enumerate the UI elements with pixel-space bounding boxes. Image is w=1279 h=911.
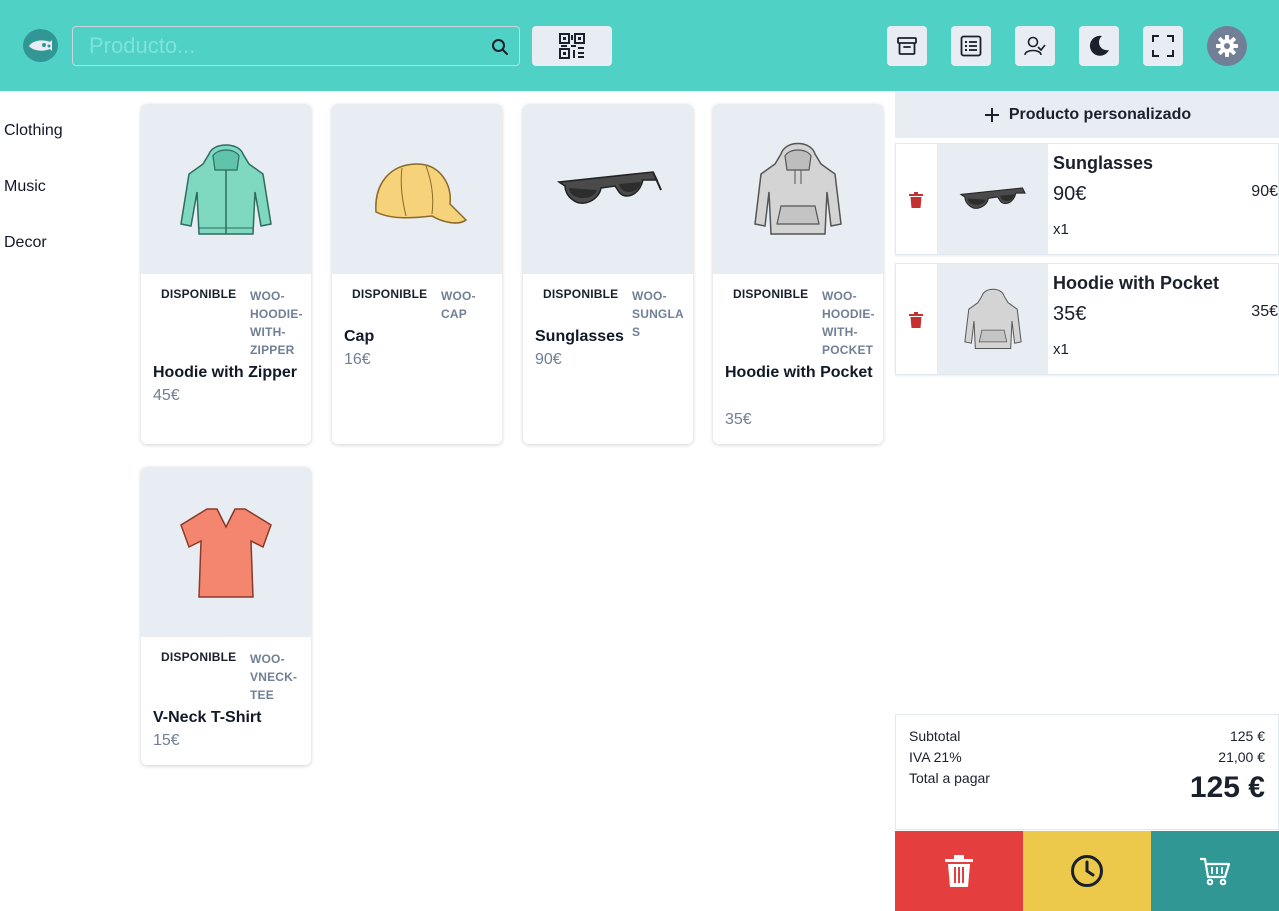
product-image-sunglasses: [523, 104, 693, 274]
cart-item: Sunglasses 90€ x1 90€: [895, 143, 1279, 255]
products-list-button[interactable]: [951, 26, 991, 66]
product-sku: WOO- HOODIE- WITH- ZIPPER: [250, 289, 303, 357]
cart-totals: Subtotal 125 € IVA 21% 21,00 € Total a p…: [895, 714, 1279, 830]
product-sku: WOO- CAP: [441, 289, 476, 321]
product-name: Hoodie with Pocket: [725, 364, 873, 381]
search-input[interactable]: [89, 31, 479, 61]
stock-status: DISPONIBLE: [161, 650, 237, 664]
qr-scan-button[interactable]: [532, 26, 612, 66]
add-custom-product-button[interactable]: Producto personalizado: [895, 91, 1279, 138]
trash-icon[interactable]: [909, 312, 923, 328]
tax-label: IVA 21%: [909, 749, 962, 765]
product-card-cap[interactable]: DISPONIBLE WOO- CAP Cap 16€: [332, 104, 502, 444]
product-sku: WOO- VNECK- TEE: [250, 652, 298, 702]
product-price: 45€: [153, 387, 180, 404]
product-image-cap: [332, 104, 502, 274]
total-label: Total a pagar: [909, 770, 990, 786]
cart-item-price: 90€: [1053, 183, 1087, 205]
trash-icon: [945, 855, 973, 887]
product-search: [72, 26, 520, 66]
clock-icon: [1071, 855, 1103, 887]
product-name: Cap: [344, 328, 375, 345]
product-price: 15€: [153, 732, 180, 749]
product-price: 90€: [535, 351, 562, 368]
gear-icon: [1216, 35, 1238, 57]
search-icon[interactable]: [491, 38, 509, 56]
cart-item-qty[interactable]: x1: [1053, 221, 1069, 238]
product-name: V-Neck T-Shirt: [153, 709, 262, 726]
fullscreen-button[interactable]: [1143, 26, 1183, 66]
product-card-sunglasses[interactable]: DISPONIBLE WOO- SUNGLAS Sunglasses 90€: [523, 104, 693, 444]
moon-icon: [1089, 35, 1109, 56]
stock-status: DISPONIBLE: [543, 287, 619, 301]
plus-icon: [984, 107, 999, 122]
category-decor[interactable]: Decor: [4, 234, 47, 252]
cart-item-image: [937, 264, 1048, 374]
top-bar: [0, 0, 1279, 91]
checkout-button[interactable]: [1151, 831, 1279, 911]
cart-item-total: 35€: [1251, 303, 1278, 320]
product-name: Hoodie with Zipper: [153, 364, 297, 381]
product-price: 16€: [344, 351, 371, 368]
custom-product-label: Producto personalizado: [1008, 105, 1192, 123]
qr-code-icon: [559, 33, 585, 59]
customers-button[interactable]: [1015, 26, 1055, 66]
category-music[interactable]: Music: [4, 178, 46, 196]
tax-value: 21,00 €: [1218, 749, 1265, 765]
dark-mode-toggle[interactable]: [1079, 26, 1119, 66]
product-card-hoodie-with-pocket[interactable]: DISPONIBLE WOO- HOODIE- WITH- POCKET Hoodie…: [713, 104, 883, 444]
stock-status: DISPONIBLE: [161, 287, 237, 301]
product-image-hoodie-pocket: [713, 104, 883, 274]
cart-item-total: 90€: [1251, 183, 1278, 200]
fullscreen-icon: [1152, 35, 1174, 57]
park-order-button[interactable]: [1023, 831, 1151, 911]
cart-item: Hoodie with Pocket 35€ x1 35€: [895, 263, 1279, 375]
category-clothing[interactable]: Clothing: [4, 122, 63, 140]
product-image-hoodie-zipper: [141, 104, 311, 274]
stock-status: DISPONIBLE: [733, 287, 809, 301]
cart-item-image: [937, 144, 1048, 254]
product-card-vneck-tshirt[interactable]: DISPONIBLE WOO- VNECK- TEE V-Neck T-Shirt …: [141, 467, 311, 765]
cart-item-name: Hoodie with Pocket: [1053, 273, 1220, 293]
clear-cart-button[interactable]: [895, 831, 1023, 911]
cart-item-price: 35€: [1053, 303, 1087, 325]
stock-status: DISPONIBLE: [352, 287, 428, 301]
product-name: Sunglasses: [535, 328, 624, 345]
cart-icon: [1200, 857, 1231, 886]
subtotal-value: 125 €: [1229, 728, 1265, 744]
logo-icon[interactable]: [23, 29, 58, 62]
product-image-vneck-tshirt: [141, 467, 311, 637]
settings-button[interactable]: [1207, 26, 1247, 66]
product-price: 35€: [725, 411, 752, 428]
cart-item-name: Sunglasses: [1053, 153, 1154, 173]
list-icon: [960, 35, 982, 57]
customers-icon: [1024, 36, 1046, 56]
cart-item-qty[interactable]: x1: [1053, 341, 1069, 358]
product-card-hoodie-with-zipper[interactable]: DISPONIBLE WOO- HOODIE- WITH- ZIPPER Hoodie…: [141, 104, 311, 444]
product-sku: WOO- HOODIE- WITH- POCKET: [822, 289, 875, 357]
total-value: 125 €: [1189, 771, 1265, 804]
box-icon: [897, 37, 917, 55]
orders-button[interactable]: [887, 26, 927, 66]
subtotal-label: Subtotal: [909, 728, 961, 744]
trash-icon[interactable]: [909, 192, 923, 208]
